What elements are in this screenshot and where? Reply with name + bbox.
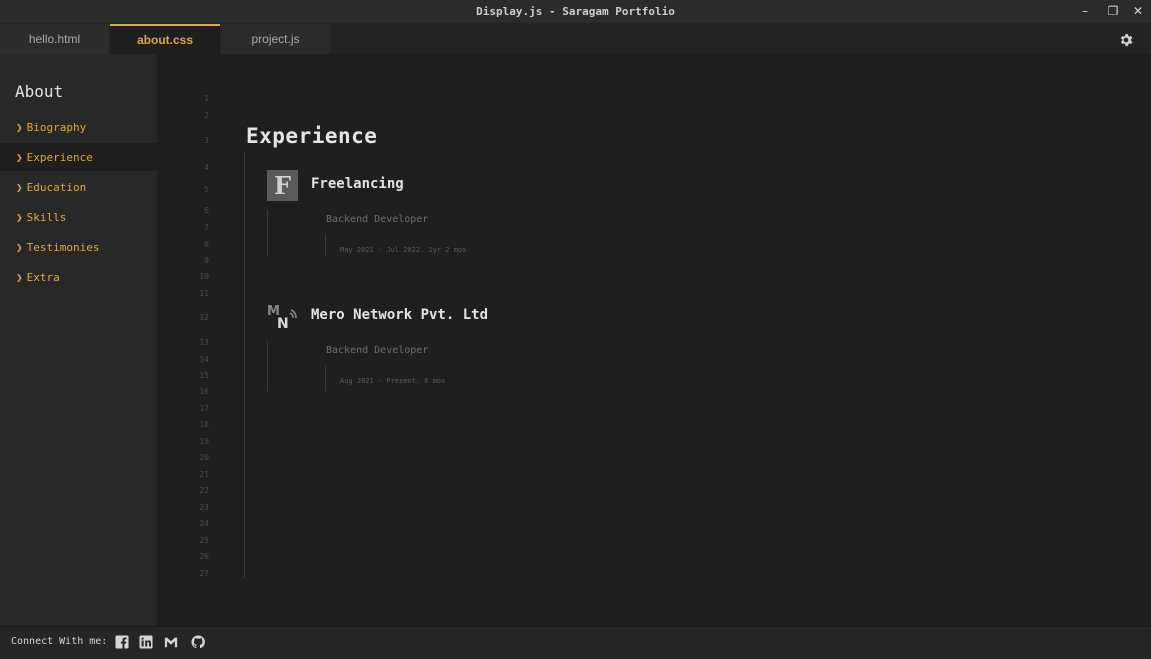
indent-guide (267, 341, 268, 391)
mero-network-logo: M N (267, 304, 297, 330)
line-number: 3 (204, 136, 209, 145)
line-number: 11 (199, 289, 209, 298)
line-number: 6 (204, 206, 209, 215)
close-icon[interactable]: ✕ (1131, 4, 1145, 18)
line-number: 14 (199, 355, 209, 364)
indent-guide (325, 234, 326, 256)
sidebar-item-education[interactable]: ❯ Education (0, 173, 157, 201)
chevron-right-icon: ❯ (16, 240, 23, 254)
gear-icon[interactable] (1118, 32, 1134, 48)
line-number: 2 (204, 111, 209, 120)
line-number: 9 (204, 256, 209, 265)
line-number: 22 (199, 486, 209, 495)
indent-guide (267, 210, 268, 256)
line-number: 15 (199, 371, 209, 380)
line-number: 19 (199, 437, 209, 446)
minimize-icon[interactable]: – (1078, 4, 1092, 18)
linkedin-icon[interactable] (139, 635, 153, 649)
gmail-icon[interactable] (164, 635, 178, 649)
sidebar-item-label: Testimonies (26, 240, 100, 254)
sidebar-item-extra[interactable]: ❯ Extra (0, 263, 157, 291)
line-number: 23 (199, 503, 209, 512)
window-title: Display.js - Saragam Portfolio (476, 5, 675, 18)
sidebar-item-experience[interactable]: ❯ Experience (0, 143, 157, 171)
job-dates: May 2021 - Jul 2022. 1yr 2 mos (340, 246, 467, 254)
line-number: 7 (204, 223, 209, 232)
line-number: 27 (199, 569, 209, 578)
facebook-icon[interactable] (115, 635, 129, 649)
line-number: 18 (199, 420, 209, 429)
connect-label: Connect With me: (11, 636, 108, 647)
tab-hello-html[interactable]: hello.html (0, 24, 109, 54)
tab-bar: hello.html about.css project.js (0, 24, 1151, 54)
github-icon[interactable] (191, 635, 205, 649)
chevron-right-icon: ❯ (16, 270, 23, 284)
company-name: Freelancing (311, 176, 404, 192)
line-number: 12 (199, 313, 209, 322)
job-role: Backend Developer (326, 345, 429, 356)
sidebar-item-biography[interactable]: ❯ Biography (0, 113, 157, 141)
line-number: 8 (204, 240, 209, 249)
indent-guide (325, 366, 326, 391)
footer-bar: Connect With me: (0, 626, 1151, 659)
section-heading: Experience (246, 124, 378, 148)
svg-text:N: N (277, 316, 289, 330)
sidebar-item-skills[interactable]: ❯ Skills (0, 203, 157, 231)
line-number: 5 (204, 185, 209, 194)
indent-guide (244, 152, 245, 578)
line-number: 1 (204, 94, 209, 103)
line-number: 26 (199, 552, 209, 561)
sidebar-item-testimonies[interactable]: ❯ Testimonies (0, 233, 157, 261)
sidebar-item-label: Education (26, 180, 87, 194)
sidebar-item-label: Skills (26, 210, 67, 224)
line-number: 24 (199, 519, 209, 528)
job-role: Backend Developer (326, 214, 429, 225)
line-number: 25 (199, 536, 209, 545)
line-number: 10 (199, 272, 209, 281)
sidebar-heading: About (15, 82, 64, 101)
sidebar-item-label: Biography (26, 120, 87, 134)
chevron-right-icon: ❯ (16, 120, 23, 134)
chevron-right-icon: ❯ (16, 180, 23, 194)
maximize-icon[interactable]: ❐ (1106, 4, 1120, 18)
tab-project-js[interactable]: project.js (221, 24, 330, 54)
line-number: 21 (199, 470, 209, 479)
sidebar: About ❯ Biography ❯ Experience ❯ Education … (0, 54, 157, 626)
editor-pane: 1 2 3 4 5 6 7 8 9 10 11 12 13 14 15 16 17 18 19 20 21 22 23 24 2… (157, 54, 1151, 626)
line-number: 17 (199, 404, 209, 413)
job-dates: Aug 2021 - Present. 6 mos (340, 377, 446, 385)
company-name: Mero Network Pvt. Ltd (311, 307, 489, 323)
line-number: 16 (199, 387, 209, 396)
freelancing-logo: F (267, 170, 298, 201)
tab-about-css[interactable]: about.css (110, 24, 220, 54)
sidebar-item-label: Extra (26, 270, 60, 284)
line-number: 13 (199, 338, 209, 347)
sidebar-item-label: Experience (26, 150, 93, 164)
chevron-right-icon: ❯ (16, 210, 23, 224)
title-bar: Display.js - Saragam Portfolio – ❐ ✕ (0, 0, 1151, 24)
chevron-right-icon: ❯ (16, 150, 23, 164)
line-number: 20 (199, 453, 209, 462)
line-number: 4 (204, 163, 209, 172)
